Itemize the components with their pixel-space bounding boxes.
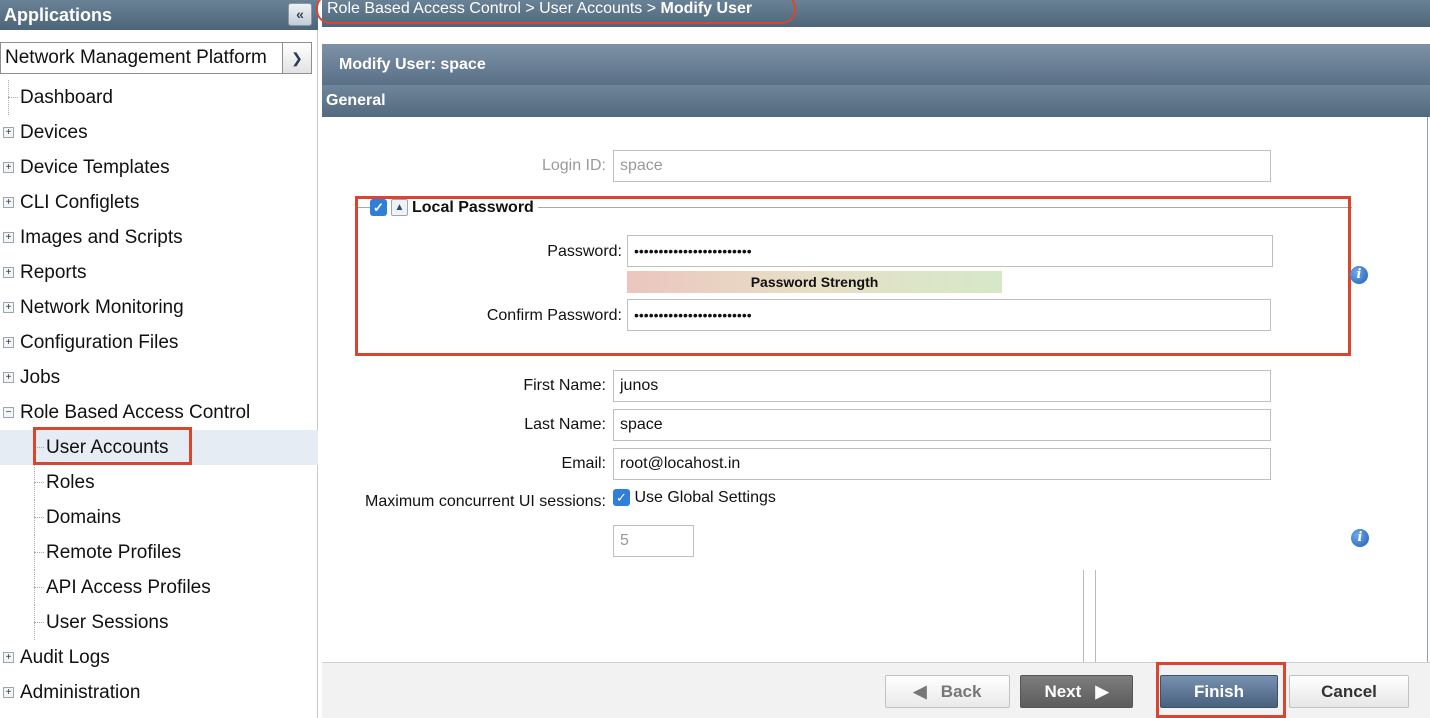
tree-item-devices[interactable]: + Devices — [0, 115, 318, 150]
tree-item-label: User Sessions — [46, 612, 169, 633]
tree-item-label: Roles — [46, 472, 95, 493]
use-global-settings[interactable]: ✓ Use Global Settings — [613, 488, 776, 508]
last-name-field[interactable]: space — [613, 409, 1271, 441]
tree-item-label: Jobs — [20, 367, 61, 388]
tree-item-reports[interactable]: + Reports — [0, 255, 318, 290]
sidebar-title: Applications — [4, 5, 113, 25]
tree-item-administration[interactable]: + Administration — [0, 675, 318, 710]
highlight-finish — [1156, 662, 1286, 718]
collapse-sidebar-icon[interactable]: « — [288, 3, 312, 26]
tree-item-rbac[interactable]: − Role Based Access Control — [0, 395, 318, 430]
expand-plus-icon[interactable]: + — [3, 162, 14, 173]
confirm-password-field[interactable]: •••••••••••••••••••••••• — [627, 299, 1271, 331]
next-label: Next — [1044, 682, 1082, 701]
back-button[interactable]: ◀ Back — [885, 675, 1010, 708]
tree-item-configuration-files[interactable]: + Configuration Files — [0, 325, 318, 360]
tree-item-device-templates[interactable]: + Device Templates — [0, 150, 318, 185]
tree-item-label: API Access Profiles — [46, 577, 211, 598]
email-field[interactable]: root@locahost.in — [613, 448, 1271, 480]
tree-item-label: Dashboard — [20, 87, 113, 108]
sidebar-header: Applications « — [0, 0, 318, 30]
tree-item-network-monitoring[interactable]: + Network Monitoring — [0, 290, 318, 325]
use-global-settings-label: Use Global Settings — [634, 489, 776, 506]
tree-item-label: Reports — [20, 262, 87, 283]
email-label: Email: — [561, 455, 606, 472]
tree-item-label: Administration — [20, 682, 141, 703]
tree-item-label: Device Templates — [20, 157, 170, 178]
chevron-down-icon[interactable]: ❯ — [282, 43, 311, 73]
expand-plus-icon[interactable]: + — [3, 127, 14, 138]
tree-item-label: Remote Profiles — [46, 542, 182, 563]
login-id-field: space — [613, 150, 1271, 182]
collapse-minus-icon[interactable]: − — [3, 407, 14, 418]
back-label: Back — [940, 682, 982, 701]
tree-item-domains[interactable]: Domains — [0, 500, 318, 535]
info-icon[interactable]: i — [1351, 529, 1369, 547]
tree-item-label: Network Monitoring — [20, 297, 184, 318]
expand-plus-icon[interactable]: + — [3, 372, 14, 383]
login-id-label: Login ID: — [541, 157, 606, 174]
max-sessions-label: Maximum concurrent UI sessions: — [365, 493, 606, 510]
divider — [1427, 117, 1428, 662]
tree-item-label: Domains — [46, 507, 121, 528]
last-name-label: Last Name: — [524, 416, 606, 433]
expand-plus-icon[interactable]: + — [3, 232, 14, 243]
tree-item-label: Images and Scripts — [20, 227, 183, 248]
tree-item-label: Devices — [20, 122, 88, 143]
section-header-general: General — [322, 85, 1430, 117]
expand-plus-icon[interactable]: + — [3, 687, 14, 698]
page-title: Modify User: space — [322, 44, 1430, 85]
tree-item-api-access-profiles[interactable]: API Access Profiles — [0, 570, 318, 605]
first-name-field[interactable]: junos — [613, 370, 1271, 402]
tree-item-label: Configuration Files — [20, 332, 179, 353]
tree-item-cli-configlets[interactable]: + CLI Configlets — [0, 185, 318, 220]
tree-item-label: CLI Configlets — [20, 192, 140, 213]
application-select-value: Network Management Platform — [5, 47, 267, 68]
highlight-breadcrumb — [316, 0, 796, 24]
tree-item-remote-profiles[interactable]: Remote Profiles — [0, 535, 318, 570]
tree-item-jobs[interactable]: + Jobs — [0, 360, 318, 395]
info-icon[interactable]: i — [1350, 266, 1368, 284]
next-arrow-icon: ▶ — [1095, 682, 1109, 701]
use-global-settings-checkbox[interactable]: ✓ — [613, 489, 630, 507]
highlight-user-accounts — [33, 427, 192, 465]
cancel-button[interactable]: Cancel — [1289, 675, 1409, 708]
navigation-tree: Dashboard + Devices + Device Templates +… — [0, 80, 318, 710]
tree-item-label: Audit Logs — [20, 647, 110, 668]
confirm-password-label: Confirm Password: — [486, 307, 622, 324]
next-button[interactable]: Next ▶ — [1020, 675, 1133, 708]
back-arrow-icon: ◀ — [913, 682, 927, 701]
expand-plus-icon[interactable]: + — [3, 302, 14, 313]
tree-item-label: Role Based Access Control — [20, 402, 251, 423]
divider — [1095, 570, 1096, 662]
divider — [1083, 570, 1084, 662]
expand-plus-icon[interactable]: + — [3, 337, 14, 348]
expand-plus-icon[interactable]: + — [3, 197, 14, 208]
password-label: Password: — [547, 243, 622, 260]
tree-item-images-scripts[interactable]: + Images and Scripts — [0, 220, 318, 255]
tree-item-dashboard[interactable]: Dashboard — [0, 80, 318, 115]
expand-plus-icon[interactable]: + — [3, 267, 14, 278]
max-sessions-field: 5 — [613, 525, 694, 557]
password-field[interactable]: •••••••••••••••••••••••• — [627, 235, 1273, 267]
sidebar: Applications « Network Management Platfo… — [0, 0, 318, 718]
tree-item-audit-logs[interactable]: + Audit Logs — [0, 640, 318, 675]
password-strength-meter: Password Strength — [627, 271, 1002, 293]
application-select[interactable]: Network Management Platform ❯ — [0, 42, 312, 74]
first-name-label: First Name: — [523, 377, 606, 394]
tree-item-user-sessions[interactable]: User Sessions — [0, 605, 318, 640]
expand-plus-icon[interactable]: + — [3, 652, 14, 663]
tree-item-roles[interactable]: Roles — [0, 465, 318, 500]
